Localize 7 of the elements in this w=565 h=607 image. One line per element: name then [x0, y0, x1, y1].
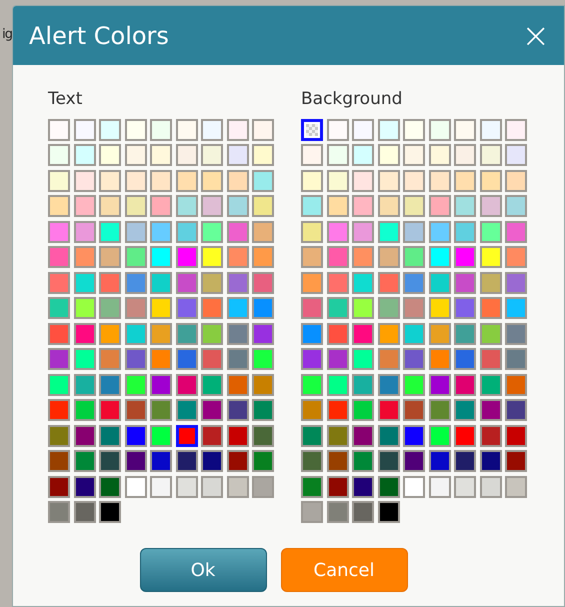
- cancel-button[interactable]: Cancel: [280, 548, 408, 592]
- dialog-title: Alert Colors: [29, 20, 169, 52]
- palette-label: Text: [48, 88, 84, 111]
- close-button[interactable]: ×: [522, 18, 550, 52]
- ok-button[interactable]: Ok: [140, 548, 266, 592]
- background-text: ig: [2, 28, 12, 44]
- palette-label: Background: [301, 88, 404, 111]
